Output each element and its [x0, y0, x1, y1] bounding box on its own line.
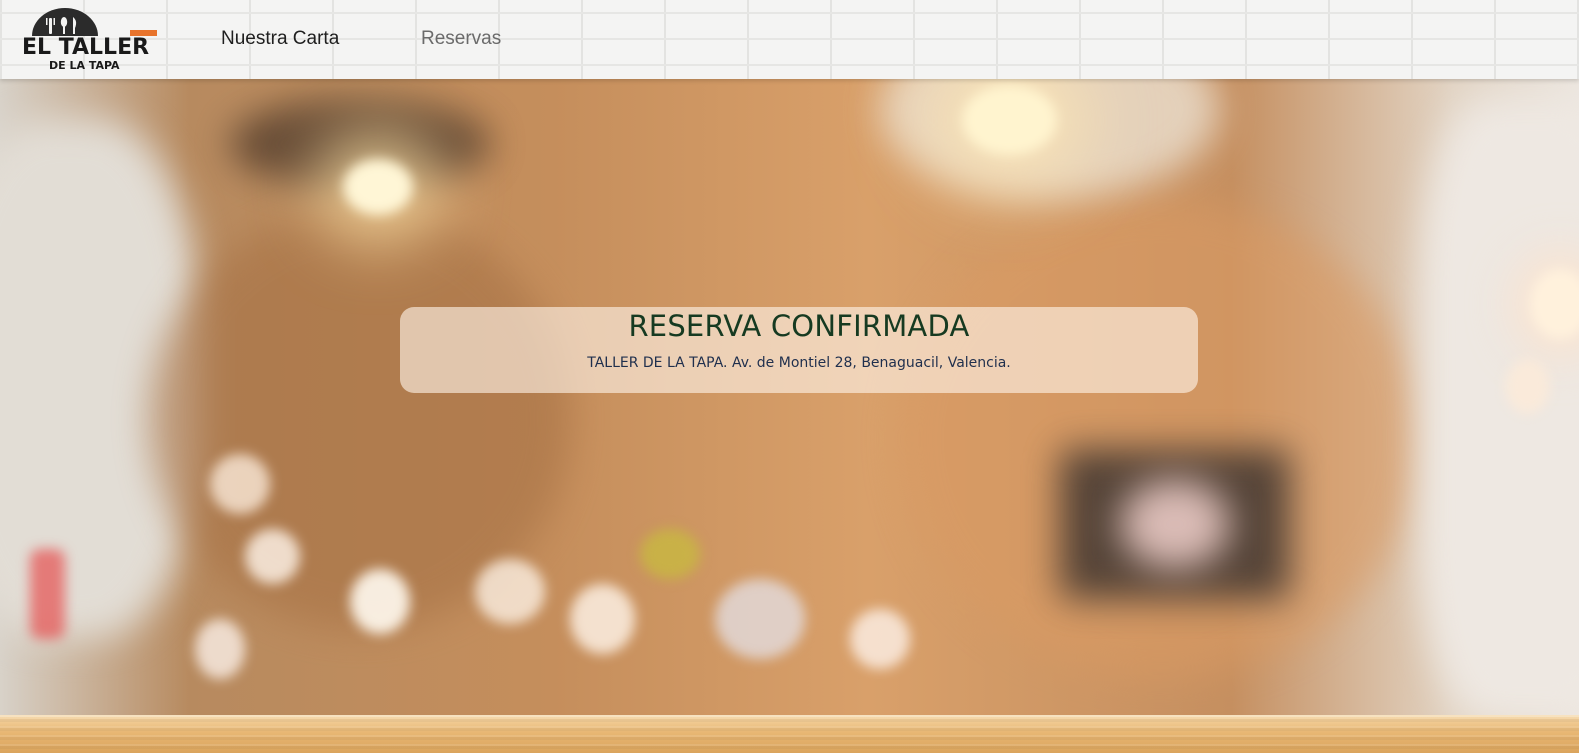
bokeh-red	[30, 549, 65, 639]
bokeh	[570, 584, 635, 654]
bokeh-green	[640, 529, 700, 579]
nav-nuestra-carta[interactable]: Nuestra Carta	[221, 28, 339, 50]
site-logo[interactable]: EL TALLER DE LA TAPA	[20, 6, 160, 74]
wooden-table-top	[0, 715, 1579, 753]
bokeh	[210, 454, 270, 514]
logo-line2: DE LA TAPA	[49, 59, 120, 72]
bokeh	[850, 609, 910, 669]
logo-line1: EL TALLER	[22, 35, 149, 60]
bokeh	[1505, 359, 1550, 414]
bokeh	[350, 569, 410, 634]
bokeh	[245, 529, 300, 584]
hero-right-wall	[1420, 99, 1579, 715]
hero-ceiling	[880, 79, 1220, 199]
hero-frame-light	[1120, 479, 1230, 569]
nav-reservas[interactable]: Reservas	[421, 28, 501, 50]
bokeh	[195, 619, 245, 679]
hero-background	[0, 79, 1579, 715]
bokeh	[475, 559, 545, 624]
hero-lamp-left	[343, 159, 413, 215]
confirmation-title: RESERVA CONFIRMADA	[628, 309, 970, 343]
restaurant-address: TALLER DE LA TAPA. Av. de Montiel 28, Be…	[587, 355, 1011, 371]
site-header: EL TALLER DE LA TAPA Nuestra Carta Reser…	[0, 0, 1579, 79]
logo-graphic: EL TALLER DE LA TAPA	[22, 8, 157, 72]
hero-lamp-right	[962, 85, 1057, 155]
bokeh	[715, 579, 805, 659]
hero-brick-area	[900, 199, 1420, 679]
confirmation-card: RESERVA CONFIRMADA TALLER DE LA TAPA. Av…	[400, 307, 1198, 393]
